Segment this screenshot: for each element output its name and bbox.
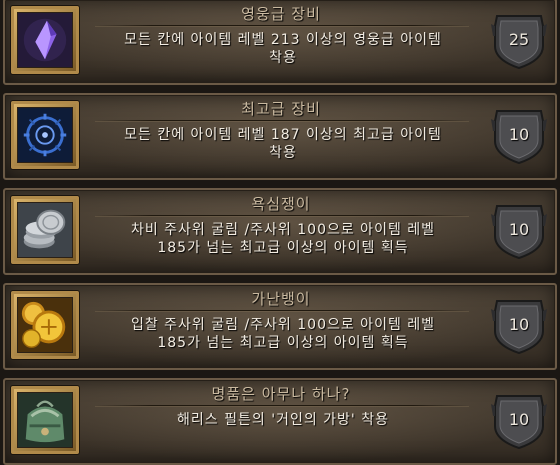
achievement-icon-frame bbox=[11, 196, 79, 264]
achievement-icon-frame bbox=[11, 291, 79, 359]
divider bbox=[95, 405, 469, 406]
gold-coins-icon bbox=[18, 298, 72, 352]
achievement-icon-frame bbox=[11, 6, 79, 74]
achievement-description: 해리스 필튼의 '거인의 가방' 착용 bbox=[177, 412, 389, 428]
achievement-row[interactable]: 욕심쟁이 차비 주사위 굴림 /주사위 100으로 아이템 레벨 185가 넘는… bbox=[3, 188, 557, 275]
achievement-icon-frame bbox=[11, 101, 79, 169]
achievement-icon-frame bbox=[11, 386, 79, 454]
achievement-points: 25 bbox=[508, 30, 530, 49]
achievement-row[interactable]: 가난뱅이 입찰 주사위 굴림 /주사위 100으로 아이템 레벨 185가 넘는… bbox=[3, 283, 557, 370]
divider bbox=[95, 25, 469, 26]
achievement-points: 10 bbox=[508, 220, 530, 239]
bag-icon bbox=[18, 393, 72, 447]
silver-coins-icon bbox=[18, 203, 72, 257]
points-shield-badge: 10 bbox=[491, 297, 547, 355]
achievement-points: 10 bbox=[508, 315, 530, 334]
divider bbox=[95, 310, 469, 311]
achievement-row[interactable]: 최고급 장비 모든 칸에 아이템 레벨 187 이상의 최고급 아이템 착용 1… bbox=[3, 93, 557, 180]
divider bbox=[95, 120, 469, 121]
achievement-points: 10 bbox=[508, 125, 530, 144]
achievement-description: 입찰 주사위 굴림 /주사위 100으로 아이템 레벨 185가 넘는 최고급 … bbox=[130, 317, 436, 351]
achievement-list: 영웅급 장비 모든 칸에 아이템 레벨 213 이상의 영웅급 아이템 착용 2… bbox=[0, 0, 560, 465]
blue-sigil-icon bbox=[18, 108, 72, 162]
points-shield-badge: 10 bbox=[491, 392, 547, 450]
achievement-row[interactable]: 영웅급 장비 모든 칸에 아이템 레벨 213 이상의 영웅급 아이템 착용 2… bbox=[3, 0, 557, 85]
points-shield-badge: 25 bbox=[491, 12, 547, 70]
points-shield-badge: 10 bbox=[491, 202, 547, 260]
achievement-row[interactable]: 명품은 아무나 하나? 해리스 필튼의 '거인의 가방' 착용 10 bbox=[3, 378, 557, 465]
achievement-title: 최고급 장비 bbox=[241, 100, 321, 118]
achievement-points: 10 bbox=[508, 410, 530, 429]
achievement-description: 차비 주사위 굴림 /주사위 100으로 아이템 레벨 185가 넘는 최고급 … bbox=[130, 222, 436, 256]
divider bbox=[95, 215, 469, 216]
achievement-description: 모든 칸에 아이템 레벨 213 이상의 영웅급 아이템 착용 bbox=[124, 32, 442, 66]
achievement-title: 명품은 아무나 하나? bbox=[211, 385, 351, 403]
achievement-title: 욕심쟁이 bbox=[251, 195, 311, 213]
points-shield-badge: 10 bbox=[491, 107, 547, 165]
achievement-description: 모든 칸에 아이템 레벨 187 이상의 최고급 아이템 착용 bbox=[124, 127, 442, 161]
purple-gem-icon bbox=[18, 13, 72, 67]
achievement-title: 영웅급 장비 bbox=[241, 5, 321, 23]
achievement-title: 가난뱅이 bbox=[251, 290, 311, 308]
